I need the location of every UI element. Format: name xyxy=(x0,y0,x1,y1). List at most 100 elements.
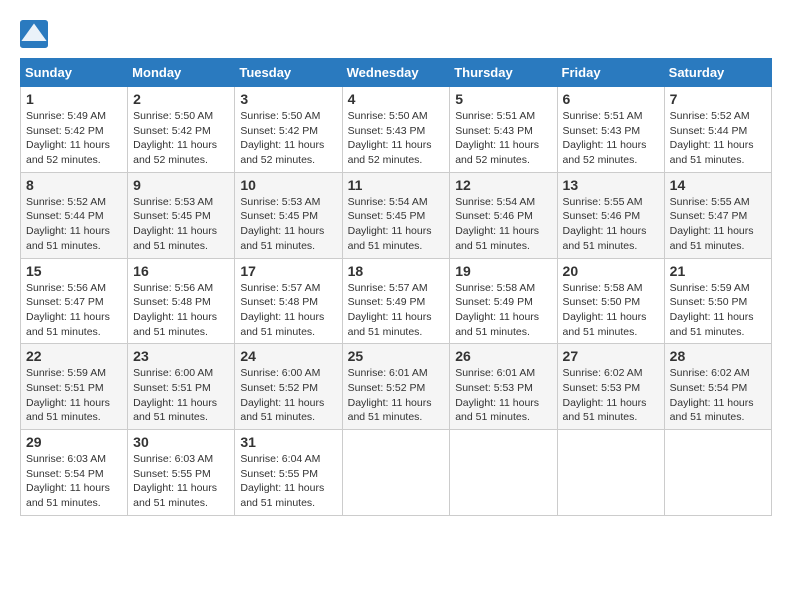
day-info: Sunrise: 5:55 AM Sunset: 5:47 PM Dayligh… xyxy=(670,195,766,254)
calendar-cell: 3 Sunrise: 5:50 AM Sunset: 5:42 PM Dayli… xyxy=(235,87,342,173)
calendar-cell: 5 Sunrise: 5:51 AM Sunset: 5:43 PM Dayli… xyxy=(450,87,557,173)
day-info: Sunrise: 6:00 AM Sunset: 5:51 PM Dayligh… xyxy=(133,366,229,425)
day-number: 18 xyxy=(348,263,445,279)
calendar-cell: 29 Sunrise: 6:03 AM Sunset: 5:54 PM Dayl… xyxy=(21,430,128,516)
day-number: 21 xyxy=(670,263,766,279)
calendar-cell: 11 Sunrise: 5:54 AM Sunset: 5:45 PM Dayl… xyxy=(342,172,450,258)
calendar-cell: 17 Sunrise: 5:57 AM Sunset: 5:48 PM Dayl… xyxy=(235,258,342,344)
calendar-cell: 31 Sunrise: 6:04 AM Sunset: 5:55 PM Dayl… xyxy=(235,430,342,516)
logo-icon xyxy=(20,20,48,48)
day-info: Sunrise: 5:59 AM Sunset: 5:51 PM Dayligh… xyxy=(26,366,122,425)
day-number: 5 xyxy=(455,91,551,107)
day-info: Sunrise: 6:02 AM Sunset: 5:53 PM Dayligh… xyxy=(563,366,659,425)
day-info: Sunrise: 5:53 AM Sunset: 5:45 PM Dayligh… xyxy=(240,195,336,254)
day-number: 28 xyxy=(670,348,766,364)
day-number: 7 xyxy=(670,91,766,107)
day-info: Sunrise: 5:54 AM Sunset: 5:45 PM Dayligh… xyxy=(348,195,445,254)
day-number: 19 xyxy=(455,263,551,279)
calendar-cell: 23 Sunrise: 6:00 AM Sunset: 5:51 PM Dayl… xyxy=(128,344,235,430)
day-number: 9 xyxy=(133,177,229,193)
calendar-cell: 30 Sunrise: 6:03 AM Sunset: 5:55 PM Dayl… xyxy=(128,430,235,516)
calendar-cell: 2 Sunrise: 5:50 AM Sunset: 5:42 PM Dayli… xyxy=(128,87,235,173)
day-header-friday: Friday xyxy=(557,59,664,87)
day-info: Sunrise: 6:03 AM Sunset: 5:55 PM Dayligh… xyxy=(133,452,229,511)
calendar-header: SundayMondayTuesdayWednesdayThursdayFrid… xyxy=(21,59,772,87)
page-header xyxy=(20,20,772,48)
day-number: 27 xyxy=(563,348,659,364)
logo xyxy=(20,20,52,48)
day-info: Sunrise: 5:53 AM Sunset: 5:45 PM Dayligh… xyxy=(133,195,229,254)
day-number: 13 xyxy=(563,177,659,193)
day-info: Sunrise: 6:04 AM Sunset: 5:55 PM Dayligh… xyxy=(240,452,336,511)
calendar-week-4: 22 Sunrise: 5:59 AM Sunset: 5:51 PM Dayl… xyxy=(21,344,772,430)
day-number: 15 xyxy=(26,263,122,279)
day-info: Sunrise: 6:01 AM Sunset: 5:53 PM Dayligh… xyxy=(455,366,551,425)
calendar: SundayMondayTuesdayWednesdayThursdayFrid… xyxy=(20,58,772,516)
day-info: Sunrise: 6:01 AM Sunset: 5:52 PM Dayligh… xyxy=(348,366,445,425)
day-number: 22 xyxy=(26,348,122,364)
day-header-monday: Monday xyxy=(128,59,235,87)
day-info: Sunrise: 6:02 AM Sunset: 5:54 PM Dayligh… xyxy=(670,366,766,425)
day-header-thursday: Thursday xyxy=(450,59,557,87)
day-number: 6 xyxy=(563,91,659,107)
day-info: Sunrise: 5:56 AM Sunset: 5:47 PM Dayligh… xyxy=(26,281,122,340)
day-number: 3 xyxy=(240,91,336,107)
calendar-cell: 26 Sunrise: 6:01 AM Sunset: 5:53 PM Dayl… xyxy=(450,344,557,430)
day-number: 29 xyxy=(26,434,122,450)
day-number: 1 xyxy=(26,91,122,107)
day-header-tuesday: Tuesday xyxy=(235,59,342,87)
calendar-cell: 1 Sunrise: 5:49 AM Sunset: 5:42 PM Dayli… xyxy=(21,87,128,173)
calendar-cell: 4 Sunrise: 5:50 AM Sunset: 5:43 PM Dayli… xyxy=(342,87,450,173)
calendar-body: 1 Sunrise: 5:49 AM Sunset: 5:42 PM Dayli… xyxy=(21,87,772,516)
calendar-week-1: 1 Sunrise: 5:49 AM Sunset: 5:42 PM Dayli… xyxy=(21,87,772,173)
calendar-cell xyxy=(450,430,557,516)
calendar-cell: 19 Sunrise: 5:58 AM Sunset: 5:49 PM Dayl… xyxy=(450,258,557,344)
calendar-cell: 15 Sunrise: 5:56 AM Sunset: 5:47 PM Dayl… xyxy=(21,258,128,344)
day-info: Sunrise: 6:00 AM Sunset: 5:52 PM Dayligh… xyxy=(240,366,336,425)
calendar-cell: 8 Sunrise: 5:52 AM Sunset: 5:44 PM Dayli… xyxy=(21,172,128,258)
calendar-week-3: 15 Sunrise: 5:56 AM Sunset: 5:47 PM Dayl… xyxy=(21,258,772,344)
day-info: Sunrise: 5:50 AM Sunset: 5:42 PM Dayligh… xyxy=(133,109,229,168)
day-header-wednesday: Wednesday xyxy=(342,59,450,87)
day-number: 11 xyxy=(348,177,445,193)
day-number: 4 xyxy=(348,91,445,107)
calendar-cell xyxy=(557,430,664,516)
day-header-sunday: Sunday xyxy=(21,59,128,87)
calendar-cell: 27 Sunrise: 6:02 AM Sunset: 5:53 PM Dayl… xyxy=(557,344,664,430)
calendar-cell: 9 Sunrise: 5:53 AM Sunset: 5:45 PM Dayli… xyxy=(128,172,235,258)
day-number: 17 xyxy=(240,263,336,279)
day-number: 31 xyxy=(240,434,336,450)
day-number: 25 xyxy=(348,348,445,364)
calendar-cell: 25 Sunrise: 6:01 AM Sunset: 5:52 PM Dayl… xyxy=(342,344,450,430)
day-number: 23 xyxy=(133,348,229,364)
day-number: 8 xyxy=(26,177,122,193)
calendar-cell: 16 Sunrise: 5:56 AM Sunset: 5:48 PM Dayl… xyxy=(128,258,235,344)
day-header-saturday: Saturday xyxy=(664,59,771,87)
day-info: Sunrise: 5:50 AM Sunset: 5:42 PM Dayligh… xyxy=(240,109,336,168)
day-number: 30 xyxy=(133,434,229,450)
calendar-week-5: 29 Sunrise: 6:03 AM Sunset: 5:54 PM Dayl… xyxy=(21,430,772,516)
day-info: Sunrise: 5:51 AM Sunset: 5:43 PM Dayligh… xyxy=(563,109,659,168)
day-info: Sunrise: 6:03 AM Sunset: 5:54 PM Dayligh… xyxy=(26,452,122,511)
calendar-cell: 21 Sunrise: 5:59 AM Sunset: 5:50 PM Dayl… xyxy=(664,258,771,344)
day-info: Sunrise: 5:57 AM Sunset: 5:48 PM Dayligh… xyxy=(240,281,336,340)
day-number: 24 xyxy=(240,348,336,364)
day-info: Sunrise: 5:59 AM Sunset: 5:50 PM Dayligh… xyxy=(670,281,766,340)
calendar-cell: 13 Sunrise: 5:55 AM Sunset: 5:46 PM Dayl… xyxy=(557,172,664,258)
day-info: Sunrise: 5:52 AM Sunset: 5:44 PM Dayligh… xyxy=(670,109,766,168)
day-info: Sunrise: 5:56 AM Sunset: 5:48 PM Dayligh… xyxy=(133,281,229,340)
calendar-cell xyxy=(664,430,771,516)
calendar-cell: 6 Sunrise: 5:51 AM Sunset: 5:43 PM Dayli… xyxy=(557,87,664,173)
day-number: 16 xyxy=(133,263,229,279)
day-number: 20 xyxy=(563,263,659,279)
calendar-cell: 24 Sunrise: 6:00 AM Sunset: 5:52 PM Dayl… xyxy=(235,344,342,430)
calendar-cell: 14 Sunrise: 5:55 AM Sunset: 5:47 PM Dayl… xyxy=(664,172,771,258)
calendar-cell: 20 Sunrise: 5:58 AM Sunset: 5:50 PM Dayl… xyxy=(557,258,664,344)
day-info: Sunrise: 5:58 AM Sunset: 5:50 PM Dayligh… xyxy=(563,281,659,340)
day-number: 26 xyxy=(455,348,551,364)
day-info: Sunrise: 5:57 AM Sunset: 5:49 PM Dayligh… xyxy=(348,281,445,340)
calendar-week-2: 8 Sunrise: 5:52 AM Sunset: 5:44 PM Dayli… xyxy=(21,172,772,258)
day-info: Sunrise: 5:51 AM Sunset: 5:43 PM Dayligh… xyxy=(455,109,551,168)
day-info: Sunrise: 5:50 AM Sunset: 5:43 PM Dayligh… xyxy=(348,109,445,168)
day-number: 2 xyxy=(133,91,229,107)
